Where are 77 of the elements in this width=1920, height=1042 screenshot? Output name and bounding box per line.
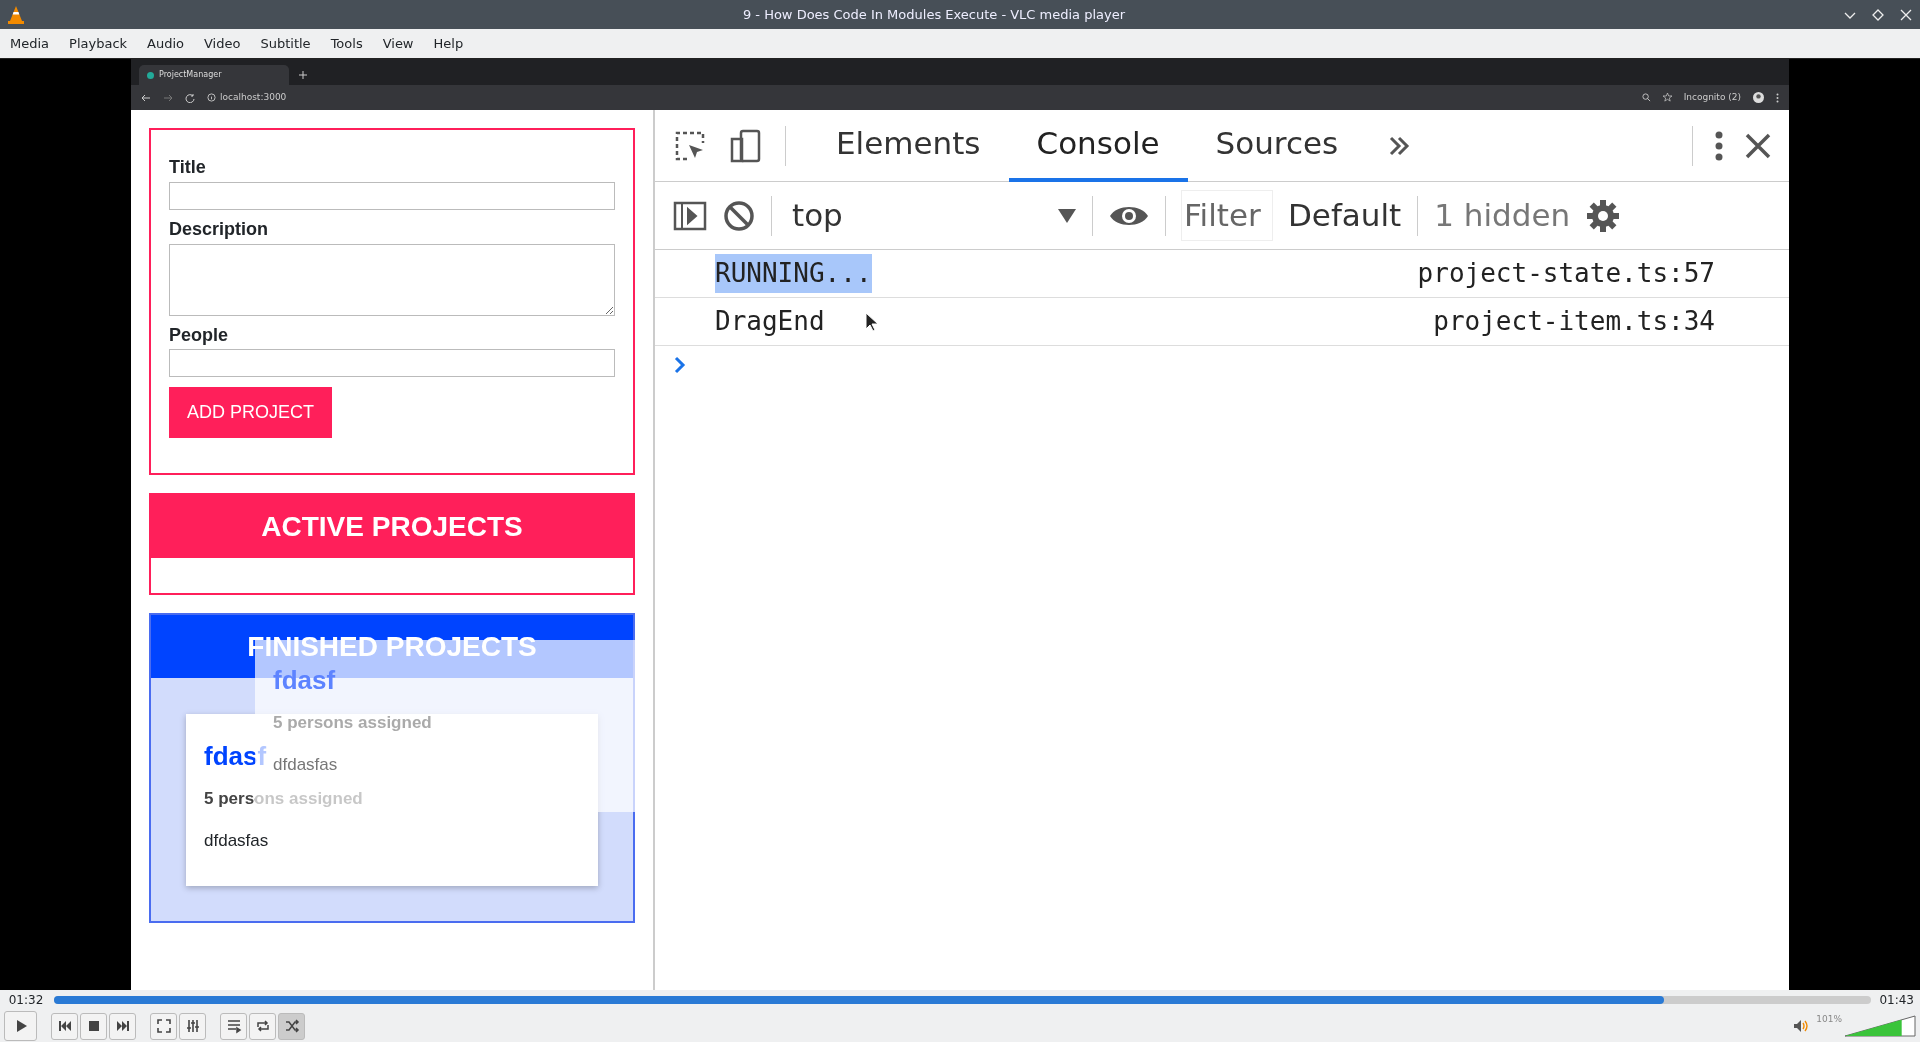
menu-item[interactable]: Media bbox=[0, 33, 60, 54]
info-icon bbox=[207, 93, 216, 102]
source-link[interactable]: project-state.ts:57 bbox=[1417, 254, 1715, 293]
profile-label: Incognito (2) bbox=[1683, 90, 1741, 104]
back-icon[interactable] bbox=[141, 92, 151, 103]
forward-icon[interactable] bbox=[163, 92, 173, 103]
kebab-menu-icon[interactable] bbox=[1776, 92, 1779, 103]
prompt-chevron-icon[interactable] bbox=[673, 354, 687, 375]
hidden-count: 1 hidden bbox=[1434, 196, 1571, 236]
traffic-cone-icon bbox=[8, 5, 24, 24]
playlist-icon bbox=[225, 1018, 242, 1034]
devtools-tab[interactable]: Sources bbox=[1187, 109, 1367, 182]
console-message: RUNNING... bbox=[715, 254, 872, 293]
console-message: DragEnd bbox=[715, 305, 825, 338]
zoom-icon[interactable] bbox=[1641, 93, 1651, 102]
address-bar[interactable]: localhost:3000 bbox=[220, 90, 287, 105]
menu-item[interactable]: View bbox=[372, 33, 424, 54]
field-label: Description bbox=[169, 219, 270, 240]
clear-icon[interactable] bbox=[723, 199, 755, 232]
speaker-icon[interactable] bbox=[1794, 1020, 1809, 1032]
next-button[interactable] bbox=[109, 1012, 136, 1040]
menu-item[interactable]: Tools bbox=[320, 33, 373, 54]
shuffle-icon bbox=[283, 1018, 300, 1034]
menu-item[interactable]: Help bbox=[423, 33, 474, 54]
input-field[interactable] bbox=[169, 181, 615, 210]
browser-tab[interactable]: ProjectManager bbox=[139, 65, 289, 85]
menu-item[interactable]: Playback bbox=[59, 33, 138, 54]
device-toolbar-icon[interactable] bbox=[729, 128, 763, 163]
field-label: Title bbox=[169, 158, 207, 178]
loop-icon bbox=[254, 1018, 271, 1034]
kebab-menu-icon[interactable] bbox=[1715, 130, 1723, 161]
menu-item[interactable]: Subtitle bbox=[250, 33, 321, 54]
reload-icon[interactable] bbox=[185, 92, 195, 103]
maximize-icon[interactable] bbox=[1872, 8, 1884, 21]
elapsed-time: 01:32 bbox=[7, 992, 45, 1009]
next-icon bbox=[114, 1018, 131, 1034]
equalizer-icon bbox=[184, 1018, 201, 1034]
star-icon[interactable] bbox=[1662, 93, 1672, 102]
filter-field[interactable]: Filter bbox=[1182, 191, 1272, 240]
total-time: 01:43 bbox=[1879, 992, 1914, 1009]
shuffle-button[interactable] bbox=[278, 1012, 305, 1040]
menu-item[interactable]: Video bbox=[194, 33, 251, 54]
previous-button[interactable] bbox=[51, 1012, 78, 1040]
source-link[interactable]: project-item.ts:34 bbox=[1433, 302, 1715, 341]
devtools-tab[interactable]: Console bbox=[1008, 109, 1188, 182]
sidebar-toggle-icon[interactable] bbox=[673, 200, 707, 231]
settings-icon[interactable] bbox=[1586, 198, 1621, 233]
plus-icon[interactable] bbox=[299, 71, 307, 79]
close-icon[interactable] bbox=[1745, 132, 1771, 159]
stop-button[interactable] bbox=[80, 1012, 107, 1040]
context-select[interactable]: top bbox=[792, 192, 1042, 239]
project-description: dfdasfas bbox=[273, 753, 338, 776]
loop-button[interactable] bbox=[249, 1012, 276, 1040]
menu-item[interactable]: Audio bbox=[137, 33, 194, 54]
list-header: ACTIVE PROJECTS bbox=[151, 495, 633, 558]
field-label: People bbox=[169, 325, 230, 346]
equalizer-button[interactable] bbox=[179, 1012, 206, 1040]
avatar-icon[interactable] bbox=[1753, 92, 1764, 103]
fullscreen-button[interactable] bbox=[150, 1012, 177, 1040]
add-project-button[interactable]: ADD PROJECT bbox=[169, 387, 332, 439]
cursor-icon bbox=[864, 311, 879, 332]
playlist-button[interactable] bbox=[220, 1012, 247, 1040]
fullscreen-icon bbox=[155, 1018, 172, 1034]
project-title: fdasf bbox=[204, 742, 267, 771]
previous-icon bbox=[56, 1018, 73, 1034]
input-field[interactable] bbox=[169, 349, 615, 378]
volume-slider[interactable] bbox=[1844, 1015, 1916, 1037]
chevrons-icon[interactable] bbox=[1388, 134, 1411, 157]
levels-dropdown[interactable]: Default bbox=[1288, 192, 1402, 239]
volume-reading: 101% bbox=[1816, 1015, 1842, 1024]
assigned-count: 5 persons assigned bbox=[273, 712, 432, 734]
devtools-tab[interactable]: Elements bbox=[808, 109, 1009, 182]
window-title: 9 - How Does Code In Modules Execute - VLC media player bbox=[741, 5, 1127, 24]
play-button[interactable] bbox=[4, 1011, 37, 1041]
dropdown-caret-icon[interactable] bbox=[1058, 208, 1076, 223]
globe-icon bbox=[147, 71, 154, 79]
project-description: dfdasfas bbox=[204, 829, 269, 852]
